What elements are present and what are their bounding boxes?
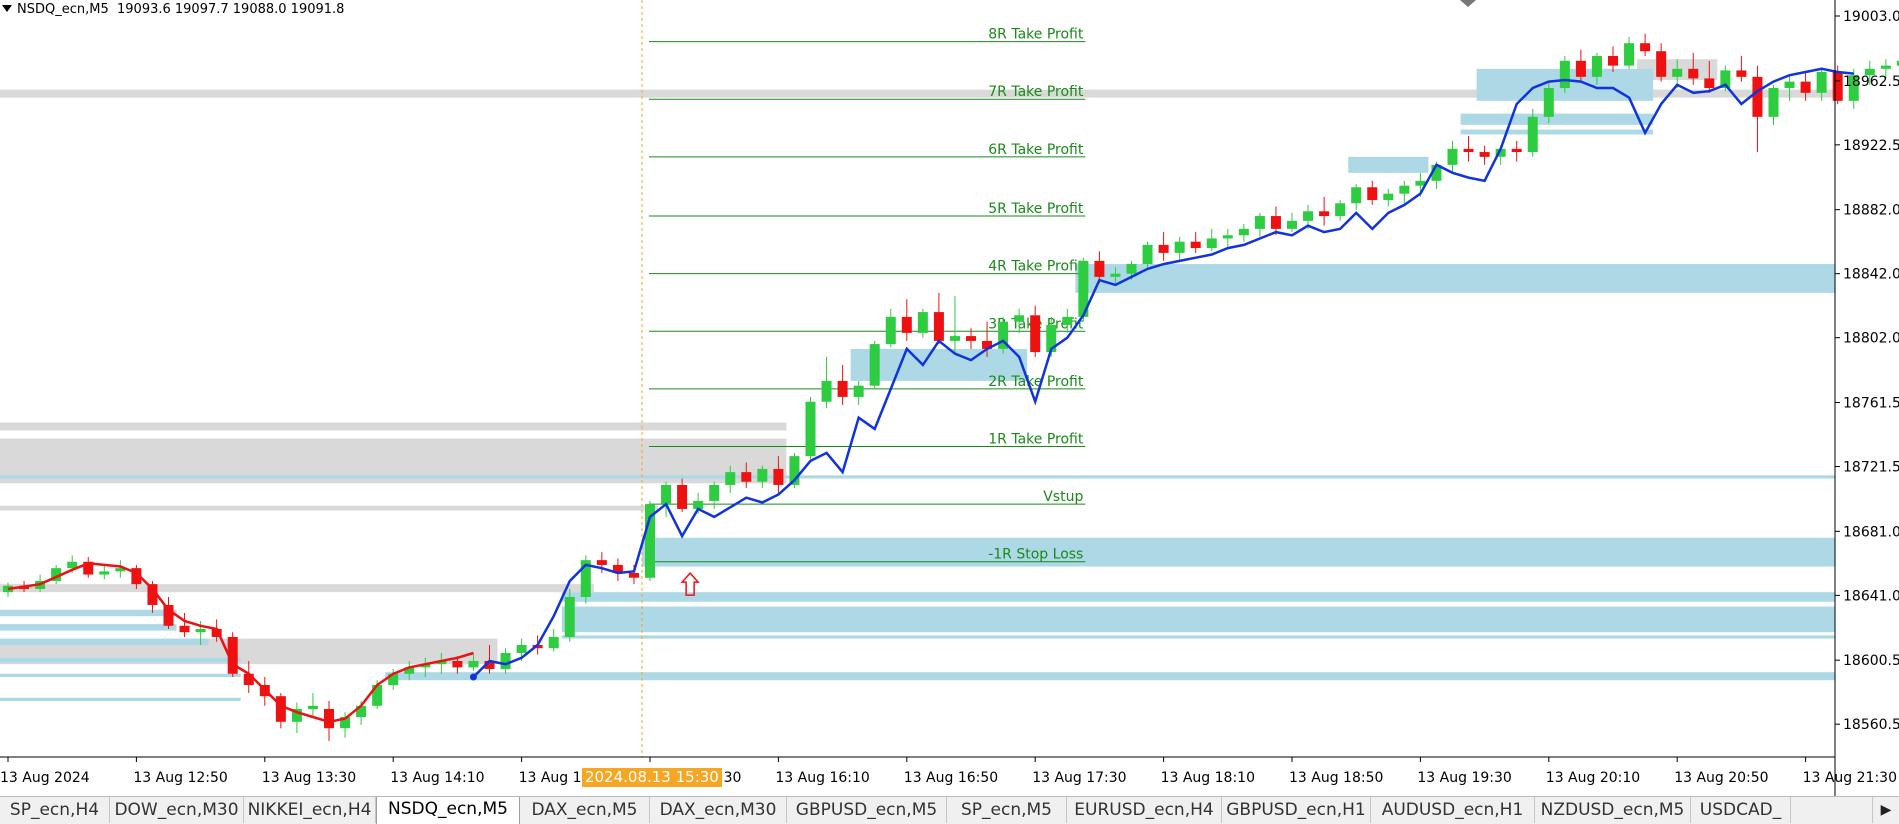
time-tick-label: 13 Aug 13:30: [262, 770, 356, 786]
entry-dot: [469, 673, 477, 681]
price-tick-label: 18681.0: [1843, 524, 1899, 540]
supply-zone: [0, 505, 658, 511]
bull-candle: [998, 316, 1009, 354]
level-label: 8R Take Profit: [988, 27, 1084, 43]
level-label: 1R Take Profit: [988, 432, 1084, 448]
price-tick-label: 18882.0: [1843, 203, 1899, 219]
tab-dow-ecn-m30[interactable]: DOW_ecn,M30: [110, 797, 244, 823]
demand-zone: [385, 672, 1836, 681]
price-tick-label: 18962.5: [1843, 74, 1899, 90]
time-tick-label: 13 Aug 20:50: [1674, 770, 1768, 786]
level-label: 4R Take Profit: [988, 259, 1084, 275]
symbol-tab-bar: SP_ecn,H4 DOW_ecn,M30 NIKKEI_ecn,H4 NSDQ_ec…: [0, 796, 1899, 824]
chart-title: NSDQ_ecn,M5 19093.6 19097.7 19088.0 1909…: [2, 2, 344, 17]
bull-candle: [1559, 56, 1570, 93]
time-tick-label: 13 Aug 2024: [0, 770, 90, 786]
tab-dax-ecn-m5[interactable]: DAX_ecn,M5: [520, 797, 650, 823]
time-tick-label: 13 Aug 12:50: [133, 770, 227, 786]
tab-gbpusd-ecn-h1[interactable]: GBPUSD_ecn,H1: [1222, 797, 1371, 823]
scroll-right-icon[interactable]: ▶: [1872, 797, 1899, 823]
demand-zone: [561, 635, 1835, 639]
price-tick-label: 18600.5: [1843, 653, 1899, 669]
tab-nzdusd-ecn-m5[interactable]: NZDUSD_ecn,M5: [1535, 797, 1691, 823]
level-label: 6R Take Profit: [988, 142, 1084, 158]
demand-zone: [561, 606, 1835, 633]
level-label: -1R Stop Loss: [988, 547, 1083, 563]
demand-zone: [0, 638, 209, 645]
demand-zone: [0, 475, 1835, 479]
tab-nikkei-ecn-h4[interactable]: NIKKEI_ecn,H4: [244, 797, 376, 823]
demand-zone: [1460, 113, 1654, 125]
supply-zone: [0, 584, 594, 593]
tab-gbpusd-ecn-m5[interactable]: GBPUSD_ecn,M5: [787, 797, 947, 823]
time-tick-label: 13 Aug 18:50: [1289, 770, 1383, 786]
demand-zone: [561, 592, 1835, 602]
level-label: 5R Take Profit: [988, 201, 1084, 217]
tab-eurusd-ecn-h4[interactable]: EURUSD_ecn,H4: [1067, 797, 1222, 823]
demand-zone: [0, 657, 241, 663]
price-chart[interactable]: 8R Take Profit 7R Take Profit 6R Take Prof…: [0, 0, 1899, 796]
bull-candle: [580, 555, 591, 604]
price-tick-label: 18560.5: [1843, 717, 1899, 733]
time-tick-label: 13 Aug 21:30: [1803, 770, 1897, 786]
ohlc-values: 19093.6 19097.7 19088.0 19091.8: [117, 2, 345, 17]
demand-zone: [0, 673, 241, 677]
time-tick-label: 13 Aug 16:10: [775, 770, 869, 786]
level-label: 2R Take Profit: [988, 374, 1084, 390]
cursor-time-badge: 2024.08.13 15:30: [581, 768, 722, 787]
tab-sp-ecn-h4[interactable]: SP_ecn,H4: [0, 797, 110, 823]
time-tick-label: 13 Aug 16:50: [904, 770, 998, 786]
price-tick-label: 18761.5: [1843, 396, 1899, 412]
tab-dax-ecn-m30[interactable]: DAX_ecn,M30: [650, 797, 787, 823]
demand-zone: [0, 624, 177, 631]
tab-audusd-ecn-h1[interactable]: AUDUSD_ecn,H1: [1371, 797, 1535, 823]
time-tick-label: 13 Aug 20:10: [1546, 770, 1640, 786]
bull-candle: [1078, 257, 1089, 322]
time-tick-label: 13 Aug 19:30: [1417, 770, 1511, 786]
demand-zone: [1460, 129, 1654, 135]
price-tick-label: 18721.5: [1843, 460, 1899, 476]
demand-zone: [1348, 156, 1429, 173]
demand-zone: [0, 609, 177, 617]
price-tick-label: 18802.0: [1843, 331, 1899, 347]
price-tick-label: 18842.0: [1843, 267, 1899, 283]
symbol-label: NSDQ_ecn,M5: [17, 2, 109, 17]
level-label: 7R Take Profit: [988, 84, 1084, 100]
tab-nsdq-ecn-m5[interactable]: NSDQ_ecn,M5: [376, 797, 520, 824]
tab-usdcad[interactable]: USDCAD_: [1691, 797, 1791, 823]
time-tick-label: 13 Aug 17:30: [1032, 770, 1126, 786]
supply-zone: [0, 422, 787, 431]
level-label: Vstup: [1043, 489, 1083, 505]
bull-candle: [869, 340, 880, 389]
tab-sp-ecn-m5[interactable]: SP_ecn,M5: [947, 797, 1067, 823]
bull-candle: [805, 396, 816, 460]
price-tick-label: 18641.0: [1843, 588, 1899, 604]
demand-zone: [0, 697, 241, 701]
time-tick-label: 13 Aug 14:10: [390, 770, 484, 786]
price-tick-label: 19003.0: [1843, 9, 1899, 25]
price-tick-label: 18922.5: [1843, 138, 1899, 154]
demand-zone: [1075, 264, 1835, 293]
time-tick-label: 13 Aug 18:10: [1161, 770, 1255, 786]
collapse-triangle-icon[interactable]: [2, 5, 12, 12]
